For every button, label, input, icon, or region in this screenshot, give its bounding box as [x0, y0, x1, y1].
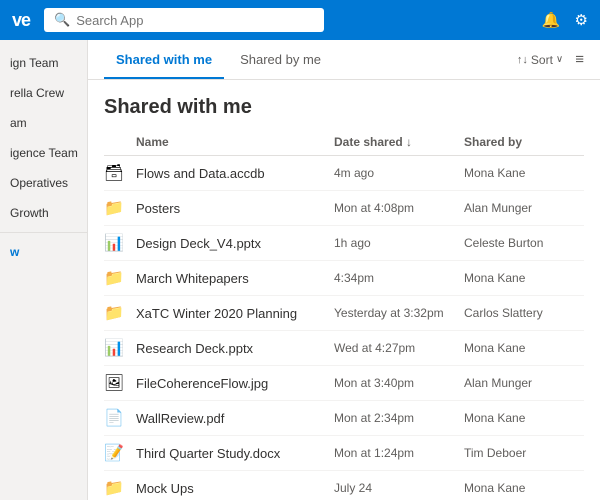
- file-type-icon: 📝: [104, 443, 124, 463]
- sort-indicator: ↓: [406, 135, 412, 149]
- search-input[interactable]: [76, 13, 314, 28]
- file-name: Design Deck_V4.pptx: [136, 236, 334, 251]
- file-name: WallReview.pdf: [136, 411, 334, 426]
- sidebar: ign Team rella Crew am igence Team Opera…: [0, 40, 88, 500]
- file-date: Mon at 2:34pm: [334, 411, 464, 425]
- file-date: Yesterday at 3:32pm: [334, 306, 464, 320]
- sidebar-item-1[interactable]: rella Crew: [0, 78, 87, 108]
- file-name: XaTC Winter 2020 Planning: [136, 306, 334, 321]
- file-type-icon: 🖼: [104, 373, 124, 393]
- file-name: Posters: [136, 201, 334, 216]
- file-name: FileCoherenceFlow.jpg: [136, 376, 334, 391]
- file-type-icon: 📁: [104, 303, 124, 323]
- sort-button[interactable]: ↑↓ Sort ∨: [513, 51, 567, 69]
- file-type-icon: 📁: [104, 268, 124, 288]
- main-layout: ign Team rella Crew am igence Team Opera…: [0, 40, 600, 500]
- view-options-icon[interactable]: ≡: [575, 51, 584, 68]
- search-icon: 🔍: [54, 12, 70, 28]
- file-type-icon: 📁: [104, 198, 124, 218]
- table-row[interactable]: 📁 Posters Mon at 4:08pm Alan Munger: [104, 191, 584, 226]
- file-shared-by: Mona Kane: [464, 341, 584, 355]
- col-sharedby-header: Shared by: [464, 135, 584, 149]
- file-rows-container: 🗃 Flows and Data.accdb 4m ago Mona Kane …: [104, 156, 584, 500]
- page-title: Shared with me: [104, 96, 584, 119]
- file-date: Mon at 3:40pm: [334, 376, 464, 390]
- table-row[interactable]: 🖼 FileCoherenceFlow.jpg Mon at 3:40pm Al…: [104, 366, 584, 401]
- sidebar-divider: [0, 232, 87, 233]
- file-list-header: Name Date shared ↓ Shared by: [104, 129, 584, 156]
- table-row[interactable]: 📄 WallReview.pdf Mon at 2:34pm Mona Kane: [104, 401, 584, 436]
- sidebar-item-0[interactable]: ign Team: [0, 48, 87, 78]
- file-shared-by: Celeste Burton: [464, 236, 584, 250]
- tab-shared-by-me[interactable]: Shared by me: [228, 40, 333, 79]
- app-logo: ve: [12, 10, 30, 31]
- gear-icon[interactable]: ⚙: [575, 11, 588, 29]
- tab-actions: ↑↓ Sort ∨ ≡: [513, 51, 584, 69]
- file-date: 1h ago: [334, 236, 464, 250]
- file-shared-by: Tim Deboer: [464, 446, 584, 460]
- file-date: Mon at 1:24pm: [334, 446, 464, 460]
- file-shared-by: Alan Munger: [464, 376, 584, 390]
- file-name: Mock Ups: [136, 481, 334, 496]
- file-list: Name Date shared ↓ Shared by 🗃 Flows and…: [88, 129, 600, 500]
- top-bar: ve 🔍 🔔 ⚙: [0, 0, 600, 40]
- file-date: Wed at 4:27pm: [334, 341, 464, 355]
- file-shared-by: Mona Kane: [464, 166, 584, 180]
- page-title-row: Shared with me: [88, 80, 600, 129]
- table-row[interactable]: 🗃 Flows and Data.accdb 4m ago Mona Kane: [104, 156, 584, 191]
- tab-shared-with-me[interactable]: Shared with me: [104, 40, 224, 79]
- col-icon-header: [104, 135, 136, 149]
- file-type-icon: 📊: [104, 338, 124, 358]
- file-date: July 24: [334, 481, 464, 495]
- col-date-header[interactable]: Date shared ↓: [334, 135, 464, 149]
- file-date: 4m ago: [334, 166, 464, 180]
- file-name: Research Deck.pptx: [136, 341, 334, 356]
- file-name: March Whitepapers: [136, 271, 334, 286]
- file-type-icon: 📊: [104, 233, 124, 253]
- sidebar-item-2[interactable]: am: [0, 108, 87, 138]
- search-box[interactable]: 🔍: [44, 8, 324, 32]
- sort-label: Sort: [531, 53, 553, 67]
- content-area: Shared with me Shared by me ↑↓ Sort ∨ ≡ …: [88, 40, 600, 500]
- file-type-icon: 🗃: [104, 163, 124, 183]
- file-shared-by: Alan Munger: [464, 201, 584, 215]
- file-date: 4:34pm: [334, 271, 464, 285]
- file-name: Flows and Data.accdb: [136, 166, 334, 181]
- bell-icon[interactable]: 🔔: [542, 11, 561, 29]
- sort-chevron-icon: ∨: [556, 54, 563, 65]
- sidebar-item-5[interactable]: Growth: [0, 198, 87, 228]
- sort-icon: ↑↓: [517, 54, 528, 66]
- file-shared-by: Carlos Slattery: [464, 306, 584, 320]
- table-row[interactable]: 📊 Research Deck.pptx Wed at 4:27pm Mona …: [104, 331, 584, 366]
- file-shared-by: Mona Kane: [464, 481, 584, 495]
- file-shared-by: Mona Kane: [464, 411, 584, 425]
- tabs-bar: Shared with me Shared by me ↑↓ Sort ∨ ≡: [88, 40, 600, 80]
- file-date: Mon at 4:08pm: [334, 201, 464, 215]
- file-shared-by: Mona Kane: [464, 271, 584, 285]
- sidebar-item-6[interactable]: w: [0, 237, 87, 267]
- sidebar-item-4[interactable]: Operatives: [0, 168, 87, 198]
- table-row[interactable]: 📁 XaTC Winter 2020 Planning Yesterday at…: [104, 296, 584, 331]
- table-row[interactable]: 📁 Mock Ups July 24 Mona Kane: [104, 471, 584, 500]
- table-row[interactable]: 📝 Third Quarter Study.docx Mon at 1:24pm…: [104, 436, 584, 471]
- table-row[interactable]: 📊 Design Deck_V4.pptx 1h ago Celeste Bur…: [104, 226, 584, 261]
- file-type-icon: 📁: [104, 478, 124, 498]
- top-bar-icons: 🔔 ⚙: [542, 11, 588, 29]
- file-name: Third Quarter Study.docx: [136, 446, 334, 461]
- sidebar-item-3[interactable]: igence Team: [0, 138, 87, 168]
- col-name-header: Name: [136, 135, 334, 149]
- file-type-icon: 📄: [104, 408, 124, 428]
- table-row[interactable]: 📁 March Whitepapers 4:34pm Mona Kane: [104, 261, 584, 296]
